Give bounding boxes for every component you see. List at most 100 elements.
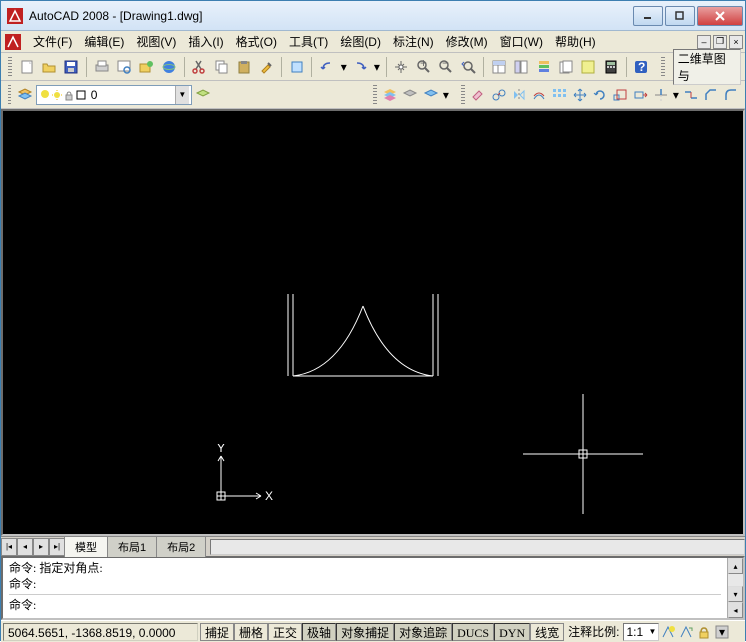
trim-dropdown[interactable]: ▾	[671, 84, 680, 106]
layer-dropdown-button[interactable]: ▾	[441, 84, 450, 106]
dyn-toggle[interactable]: DYN	[494, 623, 530, 641]
publish-button[interactable]	[136, 56, 157, 78]
zoom-window-button[interactable]: −	[435, 56, 456, 78]
markup-button[interactable]	[578, 56, 599, 78]
ducs-toggle[interactable]: DUCS	[452, 623, 494, 641]
command-scrollbar[interactable]: ▴ ▾ ◂	[727, 558, 743, 618]
tray-icon[interactable]: ▾	[714, 624, 730, 640]
horizontal-scrollbar[interactable]	[210, 539, 745, 555]
menu-draw[interactable]: 绘图(D)	[334, 31, 387, 52]
3dprint-button[interactable]	[158, 56, 179, 78]
menu-tools[interactable]: 工具(T)	[283, 31, 334, 52]
toolbar-grip[interactable]	[8, 57, 12, 77]
offset-button[interactable]	[530, 84, 549, 106]
zoom-previous-button[interactable]	[458, 56, 479, 78]
anno-visibility-icon[interactable]	[660, 624, 676, 640]
erase-button[interactable]	[469, 84, 488, 106]
menu-format[interactable]: 格式(O)	[230, 31, 283, 52]
new-button[interactable]	[16, 56, 37, 78]
undo-dropdown[interactable]: ▾	[339, 56, 349, 78]
designcenter-button[interactable]	[511, 56, 532, 78]
scale-button[interactable]	[611, 84, 630, 106]
rotate-button[interactable]	[590, 84, 609, 106]
command-prompt[interactable]: 命令:	[9, 594, 721, 613]
tab-prev-button[interactable]: ◂	[17, 538, 33, 556]
copy-button[interactable]	[211, 56, 232, 78]
tab-last-button[interactable]: ▸|	[49, 538, 65, 556]
open-button[interactable]	[38, 56, 59, 78]
menu-file[interactable]: 文件(F)	[27, 31, 78, 52]
layer-match-button[interactable]	[421, 84, 440, 106]
layer-properties-button[interactable]	[15, 84, 34, 106]
anno-scale-combo[interactable]: 1:1▼	[623, 623, 659, 641]
plot-button[interactable]	[91, 56, 112, 78]
grid-toggle[interactable]: 栅格	[234, 623, 268, 641]
copy-obj-button[interactable]	[489, 84, 508, 106]
doc-close-button[interactable]: ×	[729, 35, 743, 49]
toolbar-grip-3[interactable]	[8, 85, 11, 105]
zoom-realtime-button[interactable]: +	[413, 56, 434, 78]
toolbar-grip-4[interactable]	[373, 85, 376, 105]
layer-iso-button[interactable]	[401, 84, 420, 106]
layer-prev-button[interactable]	[193, 84, 212, 106]
tab-next-button[interactable]: ▸	[33, 538, 49, 556]
lwt-toggle[interactable]: 线宽	[530, 623, 564, 641]
block-button[interactable]	[286, 56, 307, 78]
osnap-toggle[interactable]: 对象捕捉	[336, 623, 394, 641]
drawing-area[interactable]: X Y	[1, 109, 745, 536]
layer-dropdown-arrow[interactable]: ▼	[175, 86, 189, 104]
command-window[interactable]: 命令: 指定对角点: 命令: 命令: ▴ ▾ ◂	[1, 556, 745, 620]
tab-layout1[interactable]: 布局1	[107, 536, 157, 557]
menu-modify[interactable]: 修改(M)	[440, 31, 494, 52]
sheetset-button[interactable]	[555, 56, 576, 78]
mirror-button[interactable]	[509, 84, 528, 106]
coordinates-readout[interactable]: 5064.5651, -1368.8519, 0.0000	[3, 623, 198, 641]
menu-dimension[interactable]: 标注(N)	[387, 31, 440, 52]
toolbar-grip-5[interactable]	[461, 85, 464, 105]
minimize-button[interactable]	[633, 6, 663, 26]
toolpalette-button[interactable]	[533, 56, 554, 78]
scroll-down-button[interactable]: ▾	[728, 586, 743, 602]
menu-edit[interactable]: 编辑(E)	[78, 31, 130, 52]
menu-help[interactable]: 帮助(H)	[549, 31, 602, 52]
doc-minimize-button[interactable]: –	[697, 35, 711, 49]
menu-insert[interactable]: 插入(I)	[182, 31, 229, 52]
doc-restore-button[interactable]: ❐	[713, 35, 727, 49]
properties-button[interactable]	[488, 56, 509, 78]
menu-window[interactable]: 窗口(W)	[494, 31, 549, 52]
stretch-button[interactable]	[631, 84, 650, 106]
lock-icon[interactable]	[696, 624, 712, 640]
tab-model[interactable]: 模型	[64, 536, 108, 557]
scroll-up-button[interactable]: ▴	[728, 558, 743, 574]
save-button[interactable]	[61, 56, 82, 78]
close-button[interactable]	[697, 6, 743, 26]
fillet-button[interactable]	[722, 84, 741, 106]
maximize-button[interactable]	[665, 6, 695, 26]
calc-button[interactable]	[600, 56, 621, 78]
ortho-toggle[interactable]: 正交	[268, 623, 302, 641]
pan-button[interactable]	[391, 56, 412, 78]
otrack-toggle[interactable]: 对象追踪	[394, 623, 452, 641]
chamfer-button[interactable]	[702, 84, 721, 106]
polar-toggle[interactable]: 极轴	[302, 623, 336, 641]
scroll-left-button[interactable]: ◂	[728, 602, 743, 618]
cut-button[interactable]	[189, 56, 210, 78]
redo-dropdown[interactable]: ▾	[372, 56, 382, 78]
move-button[interactable]	[570, 84, 589, 106]
matchprop-button[interactable]	[256, 56, 277, 78]
layer-states-button[interactable]	[381, 84, 400, 106]
undo-button[interactable]	[316, 56, 337, 78]
paste-button[interactable]	[233, 56, 254, 78]
workspace-label[interactable]: 二维草图与	[673, 49, 741, 85]
trim-button[interactable]	[651, 84, 670, 106]
tab-layout2[interactable]: 布局2	[156, 536, 206, 557]
redo-button[interactable]	[350, 56, 371, 78]
help-button[interactable]: ?	[631, 56, 652, 78]
anno-autoscale-icon[interactable]	[678, 624, 694, 640]
tab-first-button[interactable]: |◂	[1, 538, 17, 556]
join-button[interactable]	[681, 84, 700, 106]
toolbar-grip-2[interactable]	[661, 57, 665, 77]
array-button[interactable]	[550, 84, 569, 106]
layer-combo[interactable]: 0 ▼	[36, 85, 192, 105]
plot-preview-button[interactable]	[113, 56, 134, 78]
